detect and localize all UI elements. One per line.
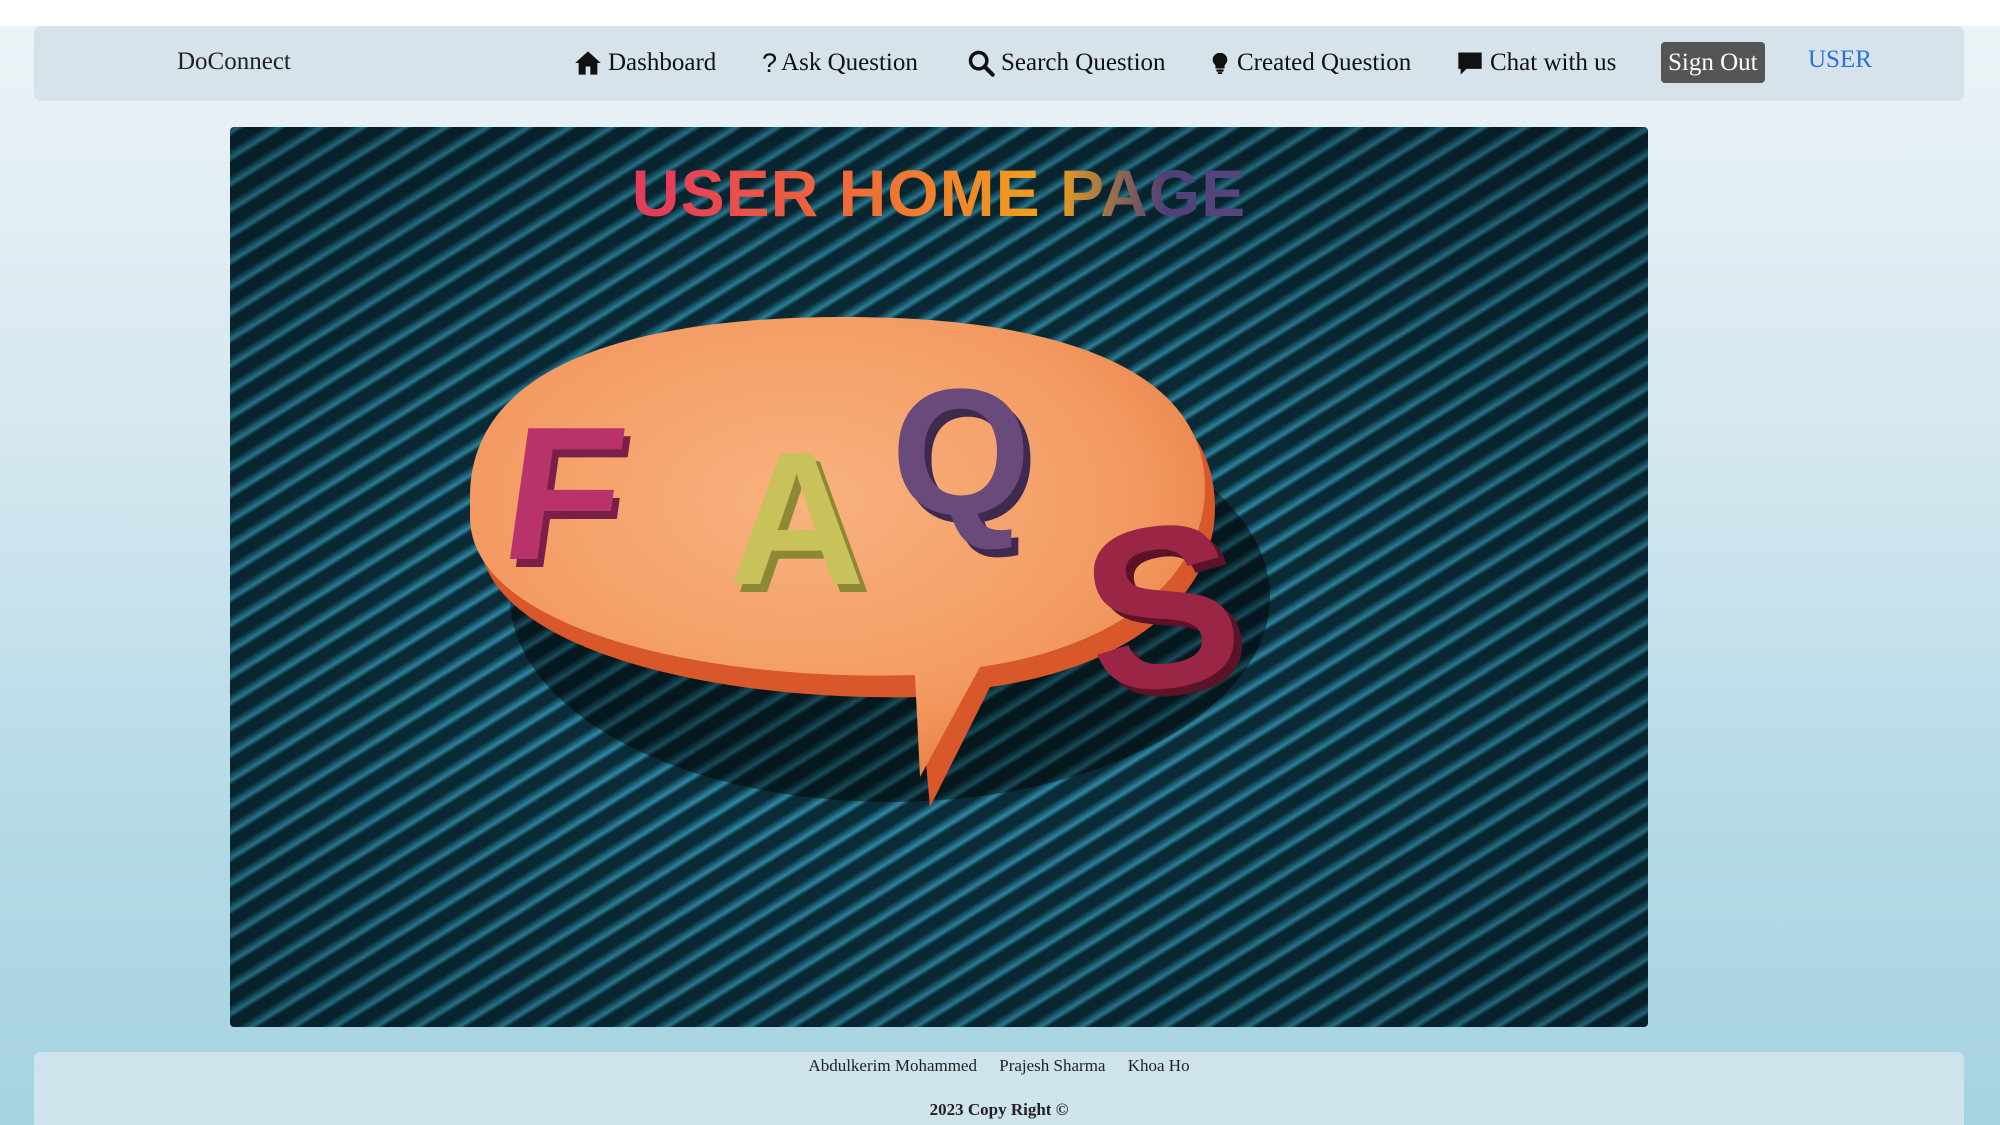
nav-search-question[interactable]: Search Question	[967, 46, 1166, 80]
nav-created-question[interactable]: Created Question	[1209, 46, 1411, 80]
search-icon	[968, 50, 995, 77]
user-link[interactable]: USER	[1808, 46, 1872, 74]
nav-ask-question[interactable]: ? Ask Question	[762, 46, 918, 80]
author-list: Abdulkerim Mohammed Prajesh Sharma Khoa …	[34, 1052, 1964, 1076]
top-strip	[0, 0, 2000, 26]
sign-out-button[interactable]: Sign Out	[1661, 42, 1765, 83]
nav-dashboard-label: Dashboard	[608, 49, 717, 76]
nav-chat[interactable]: Chat with us	[1456, 46, 1616, 80]
hero-banner: USER HOME PAGE F F A A Q Q S S	[230, 127, 1648, 1027]
brand-link[interactable]: DoConnect	[177, 48, 291, 76]
navbar: DoConnect Dashboard ? Ask Question Searc…	[34, 26, 1964, 101]
author-link[interactable]: Abdulkerim Mohammed	[808, 1056, 977, 1075]
faq-illustration: F F A A Q Q S S	[470, 317, 1270, 807]
question-mark-icon: ?	[762, 47, 778, 78]
nav-dashboard[interactable]: Dashboard	[574, 46, 716, 80]
nav-search-question-label: Search Question	[1001, 49, 1166, 76]
footer: Abdulkerim Mohammed Prajesh Sharma Khoa …	[34, 1052, 1964, 1125]
chat-bubble-icon	[1458, 52, 1482, 75]
nav-chat-label: Chat with us	[1490, 49, 1617, 76]
letter-a-face: A	[728, 413, 865, 625]
nav-created-question-label: Created Question	[1237, 49, 1412, 76]
copyright-text: 2023 Copy Right ©	[929, 1100, 1069, 1119]
lightbulb-icon	[1212, 52, 1228, 74]
nav-ask-question-label: Ask Question	[781, 49, 918, 76]
letter-q-face: Q	[891, 352, 1031, 553]
author-link[interactable]: Khoa Ho	[1128, 1056, 1190, 1075]
home-icon	[575, 51, 601, 75]
author-link[interactable]: Prajesh Sharma	[999, 1056, 1105, 1075]
page-title: USER HOME PAGE	[230, 155, 1648, 231]
